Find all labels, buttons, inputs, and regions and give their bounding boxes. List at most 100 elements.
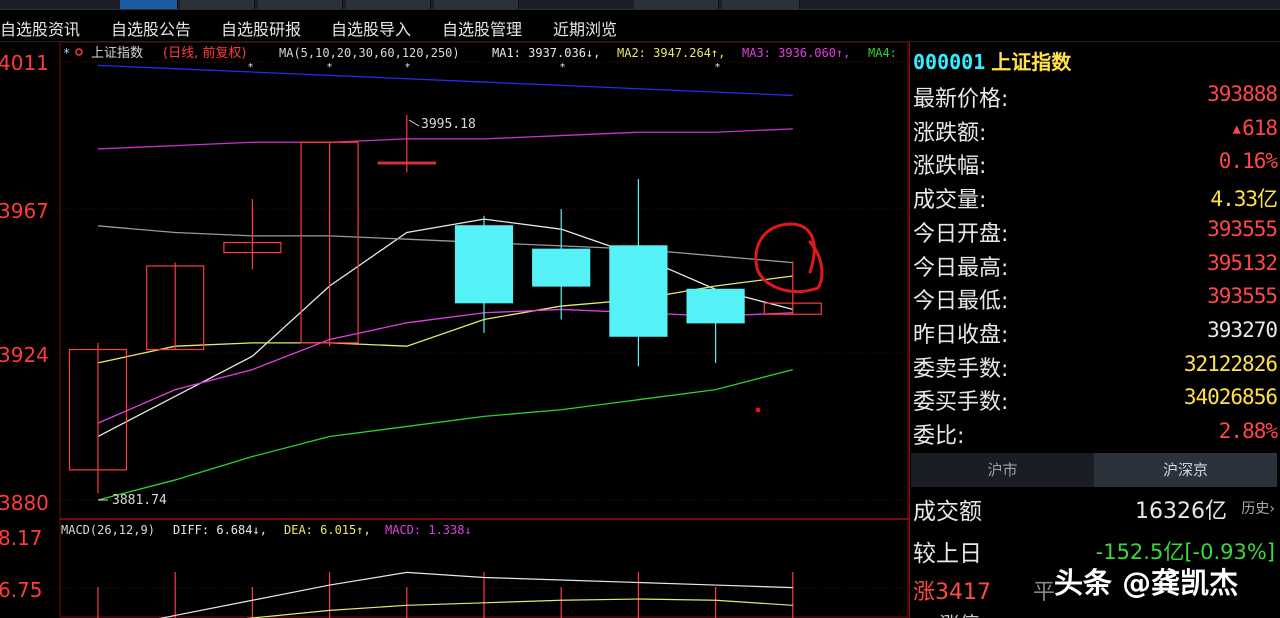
quote-row: 今日开盘: 393555 [913, 213, 1278, 247]
stock-code: 000001 [913, 50, 986, 74]
quote-value: 2.88% [1218, 419, 1278, 443]
candle [68, 342, 128, 494]
quote-value: 393888 [1207, 82, 1278, 106]
tab-stub[interactable] [722, 0, 800, 9]
menu-stock-news[interactable]: 自选股资讯 [0, 16, 80, 40]
tab-stub[interactable] [258, 0, 343, 9]
quote-row: 委卖手数: 32122826 [913, 348, 1278, 382]
quote-row: 最新价格: 393888 [913, 78, 1278, 112]
ma2-value: MA2: 3947.264↑, [617, 46, 725, 60]
quote-label: 涨跌额: [913, 120, 987, 146]
ma-line-ma1 [97, 218, 793, 438]
quote-value: 0.16% [1218, 149, 1278, 174]
quote-value: ▴618 [1230, 115, 1278, 140]
candlesticks[interactable] [68, 114, 822, 494]
quote-value: 393555 [1207, 216, 1278, 241]
candle [146, 262, 205, 351]
chart-stock-name: 上证指数 [91, 46, 143, 61]
limit-row-partial: … 涨停 … [913, 608, 1006, 618]
menu-stock-manage[interactable]: 自选股管理 [442, 16, 522, 40]
candle-body [532, 248, 591, 287]
history-link[interactable]: 历史› [1241, 498, 1275, 518]
macd-diff: DIFF: 6.684↓, [173, 523, 267, 537]
ma-line-ma3 [97, 308, 793, 424]
turnover-row: 成交额 16326亿 历史› [913, 488, 1277, 526]
axis-tick-label: 3880 [0, 491, 49, 515]
tab-stub[interactable] [346, 0, 431, 9]
marker-glyph: * [715, 62, 720, 73]
macd-diff-line [159, 571, 793, 618]
tab-stub[interactable] [180, 0, 255, 9]
advance-count: 涨3417 [913, 580, 991, 605]
axis-tick-label: 3967 [0, 199, 49, 223]
quote-label: 昨日收盘: [913, 322, 1009, 348]
ma-line-ma5 [97, 225, 793, 264]
macd-axis-tick-label: 6.75 [0, 578, 43, 602]
quote-label: 今日开盘: [913, 221, 1009, 247]
stock-name: 上证指数 [991, 50, 1072, 74]
quote-label: 今日最低: [913, 289, 1009, 315]
menu-stock-import[interactable]: 自选股导入 [331, 16, 411, 40]
axis-tick-label: 3924 [0, 343, 49, 367]
ma4-value: MA4: [868, 46, 897, 60]
axis-tick-label: 4011 [0, 51, 49, 75]
quote-value: 395132 [1207, 250, 1278, 275]
quote-row: 涨跌幅: 0.16% [913, 145, 1278, 180]
ma1-value: MA1: 3937.036↓, [492, 46, 600, 60]
macd-title-line: MACD(26,12,9) DIFF: 6.684↓, DEA: 6.015↑,… [61, 523, 472, 537]
menu-stock-announcements[interactable]: 自选股公告 [111, 16, 191, 40]
tab-stub[interactable] [434, 0, 519, 9]
quote-label: 涨跌幅: [913, 154, 987, 180]
quote-row: 昨日收盘: 393270 [913, 314, 1278, 348]
quote-value: 32122826 [1183, 351, 1278, 376]
macd-lines [97, 571, 794, 618]
stock-header: 000001 上证指数 [913, 46, 1071, 75]
ma-line-ma7 [97, 64, 793, 97]
quote-label: 委买手数: [913, 390, 1009, 416]
menu-recent-browse[interactable]: 近期浏览 [553, 16, 617, 40]
macd-dea-line [246, 598, 793, 618]
low-price-marker: 3881.74 [112, 493, 167, 508]
quote-label: 最新价格: [913, 87, 1009, 112]
marker-glyph: * [327, 62, 332, 73]
menu-stock-research[interactable]: 自选股研报 [221, 16, 301, 40]
quote-row: 今日最高: 395132 [913, 247, 1278, 281]
candle-body [686, 288, 745, 324]
quote-row: 成交量: 4.33亿 [913, 179, 1278, 214]
active-tab-stub[interactable] [120, 0, 178, 9]
turnover-value: 16326亿 [1135, 499, 1227, 524]
flat-label: 平 [1033, 580, 1056, 605]
candle [532, 209, 591, 320]
chart-title-line: * 上证指数 (日线, 前复权) MA(5,10,20,30,60,120,25… [63, 45, 897, 61]
hand-drawn-circle-annotation [754, 222, 824, 294]
tab-stub[interactable] [634, 0, 719, 9]
quote-value: 393270 [1207, 317, 1278, 342]
kline-chart[interactable]: * * * * * 4011 3967 3924 3880 8.17 6.75 * 上证… [0, 42, 909, 618]
quote-value: 34026856 [1183, 385, 1278, 410]
quote-row: 委买手数: 34026856 [913, 381, 1278, 416]
quote-value: 393555 [1207, 284, 1278, 309]
candle-body [609, 245, 668, 337]
candle-body [454, 225, 514, 304]
menu-bar: 自选股资讯 自选股公告 自选股研报 自选股导入 自选股管理 近期浏览 [0, 10, 1280, 42]
prev-day-label: 较上日 [913, 541, 982, 567]
watermark: 头条 @龚凯杰 [1054, 566, 1239, 600]
favorite-star-icon[interactable]: * [63, 46, 70, 60]
top-toolbar [0, 0, 1280, 10]
marker-glyph: * [405, 62, 410, 73]
high-price-marker: 3995.18 [421, 117, 476, 132]
quote-panel: 000001 上证指数 最新价格: 393888 涨跌额: ▴618 涨跌幅: 0.16% 成… [909, 42, 1280, 618]
marker-dot-icon [75, 48, 83, 56]
quote-label: 今日最高: [913, 255, 1009, 281]
quote-value: 4.33亿 [1210, 187, 1278, 212]
ma-line-ma4 [97, 368, 793, 501]
quote-label: 成交量: [913, 188, 987, 214]
candle [609, 179, 668, 367]
quote-row: 委比: 2.88% [913, 415, 1278, 449]
chart-period: (日线, 前复权) [163, 45, 246, 61]
tab-shanghai[interactable]: 沪市 [911, 453, 1094, 487]
tab-all-markets[interactable]: 沪深京 [1094, 453, 1277, 487]
candle [686, 288, 745, 363]
ma-spec: MA(5,10,20,30,60,120,250) [279, 46, 460, 60]
marker-glyph: * [560, 62, 565, 73]
